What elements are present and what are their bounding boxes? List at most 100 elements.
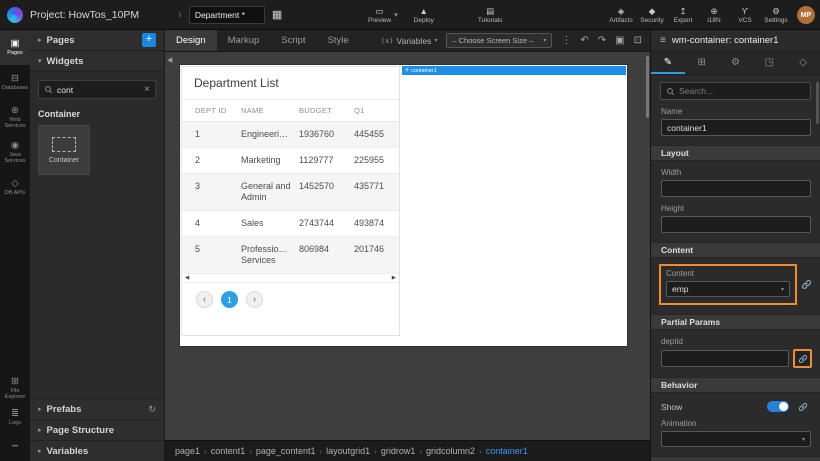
refresh-icon[interactable]: ↻ — [148, 404, 156, 415]
i18n-button[interactable]: ⊕ i18N — [700, 7, 728, 24]
design-canvas[interactable]: ◀ Department List DEPT ID NAME BUDGET Q1… — [165, 52, 650, 440]
table-title: Department List — [182, 67, 399, 100]
caret-right-icon: ▸ — [38, 447, 42, 455]
caret-right-icon: ▸ — [38, 405, 42, 413]
vcs-button[interactable]: ϒ VCS — [731, 7, 759, 24]
variables-section-label: Variables — [47, 446, 89, 457]
show-bind-link-icon[interactable] — [798, 402, 808, 412]
selected-container-label: container1 — [411, 68, 437, 74]
pagination-page-1-button[interactable]: 1 — [221, 291, 238, 308]
page-selector[interactable]: Department * — [189, 6, 265, 24]
breadcrumb-item-layoutgrid1[interactable]: layoutgrid1 — [326, 446, 370, 456]
table-row[interactable]: 5 Professio… Services 806984 201746 — [182, 237, 399, 274]
property-search-input[interactable] — [679, 86, 805, 96]
artifacts-button[interactable]: ◈ Artifacts — [607, 7, 635, 24]
canvas-scrollbar[interactable] — [646, 56, 649, 118]
rail-item-databases[interactable]: ⊟ Databases — [0, 65, 30, 100]
rail-more-button[interactable]: ••• — [0, 432, 30, 461]
table-row[interactable]: 1 Engineeri… 1936760 445455 — [182, 122, 399, 148]
redo-icon[interactable]: ↷ — [598, 36, 606, 46]
breadcrumb-separator: › — [419, 447, 422, 456]
table-row[interactable]: 2 Marketing 1129777 225955 — [182, 148, 399, 174]
prefabs-section-header[interactable]: ▸ Prefabs ↻ — [30, 398, 164, 419]
app-logo[interactable] — [7, 7, 23, 23]
rail-item-db-apis[interactable]: ◇ DB APIs — [0, 170, 30, 205]
table-horizontal-scrollbar[interactable]: ◀ ▶ — [182, 274, 399, 283]
rail-item-pages[interactable]: ▣ Pages — [0, 30, 30, 65]
more-options-icon[interactable]: ⋮ — [561, 36, 571, 46]
deptid-bind-link-icon[interactable] — [793, 349, 812, 368]
device-preview-icon[interactable]: ⊡ — [634, 36, 642, 46]
breadcrumb-item-content1[interactable]: content1 — [211, 446, 246, 456]
widgets-section-header[interactable]: ▾ Widgets — [30, 51, 164, 72]
rail-bottom: ⊞ File Explorer ≣ Logs ••• — [0, 374, 30, 461]
user-avatar[interactable]: MP — [797, 6, 815, 24]
table-row[interactable]: 3 General and Admin 1452570 435771 — [182, 174, 399, 211]
tab-device[interactable]: ◳ — [752, 52, 786, 74]
selected-container-widget[interactable]: + container1 — [402, 66, 626, 75]
variables-section-header[interactable]: ▸ Variables — [30, 440, 164, 461]
page-structure-section-header[interactable]: ▸ Page Structure — [30, 419, 164, 440]
tab-style[interactable]: Style — [317, 30, 360, 51]
show-toggle[interactable] — [767, 401, 789, 412]
tutorials-button[interactable]: ▤ Tutorials — [478, 7, 503, 24]
settings-button[interactable]: ⚙ Settings — [762, 7, 790, 24]
pages-section-header[interactable]: ▸ Pages + — [30, 30, 164, 51]
content-select[interactable]: emp ▾ — [666, 281, 790, 297]
rail-item-file-explorer[interactable]: ⊞ File Explorer — [0, 374, 30, 403]
name-input[interactable] — [661, 119, 811, 136]
save-icon[interactable]: ▣ — [615, 36, 624, 46]
breadcrumb-item-container1[interactable]: container1 — [486, 446, 528, 456]
width-input[interactable] — [661, 180, 811, 197]
rail-item-logs[interactable]: ≣ Logs — [0, 403, 30, 432]
clear-search-icon[interactable]: × — [144, 85, 150, 95]
variables-button[interactable]: (x) Variables ▾ — [381, 36, 437, 46]
hamburger-icon[interactable]: ≡ — [660, 35, 666, 46]
breadcrumb-item-page-content1[interactable]: page_content1 — [256, 446, 316, 456]
security-icon: ◆ — [649, 7, 656, 16]
rail-item-web-services[interactable]: ⊕ Web Services — [0, 100, 30, 135]
rail-item-java-services[interactable]: ◉ Java Services — [0, 135, 30, 170]
container-widget-tile[interactable]: Container — [38, 125, 90, 175]
animation-select[interactable]: ▾ — [661, 431, 811, 447]
tab-markup[interactable]: Markup — [217, 30, 271, 51]
tab-misc[interactable]: ◇ — [786, 52, 820, 74]
breadcrumb-item-gridcolumn2[interactable]: gridcolumn2 — [426, 446, 475, 456]
search-icon — [666, 87, 675, 96]
widget-search-input[interactable] — [57, 85, 140, 95]
screen-size-select[interactable]: – Choose Screen Size – ▾ — [446, 33, 552, 48]
inspector-scrollbar[interactable] — [816, 82, 819, 124]
breadcrumb-separator: › — [319, 447, 322, 456]
page-structure-label: Page Structure — [47, 425, 115, 436]
breadcrumb-separator: › — [249, 447, 252, 456]
height-input[interactable] — [661, 216, 811, 233]
undo-icon[interactable]: ↶ — [580, 36, 588, 46]
tab-settings[interactable]: ⚙ — [719, 52, 753, 74]
tab-script[interactable]: Script — [270, 30, 316, 51]
scroll-left-icon[interactable]: ◀ — [185, 275, 189, 281]
preview-button[interactable]: ▭ Preview — [368, 7, 391, 24]
breadcrumb-item-page1[interactable]: page1 — [175, 446, 200, 456]
tab-styles[interactable]: ⊞ — [685, 52, 719, 74]
grid-view-icon[interactable]: ▦ — [272, 10, 282, 21]
pagination-next-button[interactable]: › — [246, 291, 263, 308]
deptid-input[interactable] — [661, 350, 789, 367]
table-cell: Sales — [241, 218, 299, 229]
page-artboard[interactable]: Department List DEPT ID NAME BUDGET Q1 1… — [180, 65, 627, 346]
add-page-button[interactable]: + — [142, 33, 156, 47]
tab-design[interactable]: Design — [165, 30, 217, 51]
bind-link-icon[interactable] — [801, 279, 812, 290]
export-button[interactable]: ↥ Export — [669, 7, 697, 24]
department-list-widget[interactable]: Department List DEPT ID NAME BUDGET Q1 1… — [181, 66, 400, 336]
scroll-right-icon[interactable]: ▶ — [392, 275, 396, 281]
preview-caret-icon[interactable]: ▾ — [394, 11, 398, 19]
column-header: BUDGET — [299, 106, 354, 115]
table-row[interactable]: 4 Sales 2743744 493874 — [182, 211, 399, 237]
deploy-button[interactable]: ▲ Deploy — [414, 7, 434, 24]
security-button[interactable]: ◆ Security — [638, 7, 666, 24]
table-cell: 1 — [195, 129, 241, 140]
breadcrumb-item-gridrow1[interactable]: gridrow1 — [381, 446, 416, 456]
collapse-left-panel-icon[interactable]: ◀ — [167, 56, 172, 64]
pagination-prev-button[interactable]: ‹ — [196, 291, 213, 308]
tab-properties[interactable]: ✎ — [651, 52, 685, 74]
